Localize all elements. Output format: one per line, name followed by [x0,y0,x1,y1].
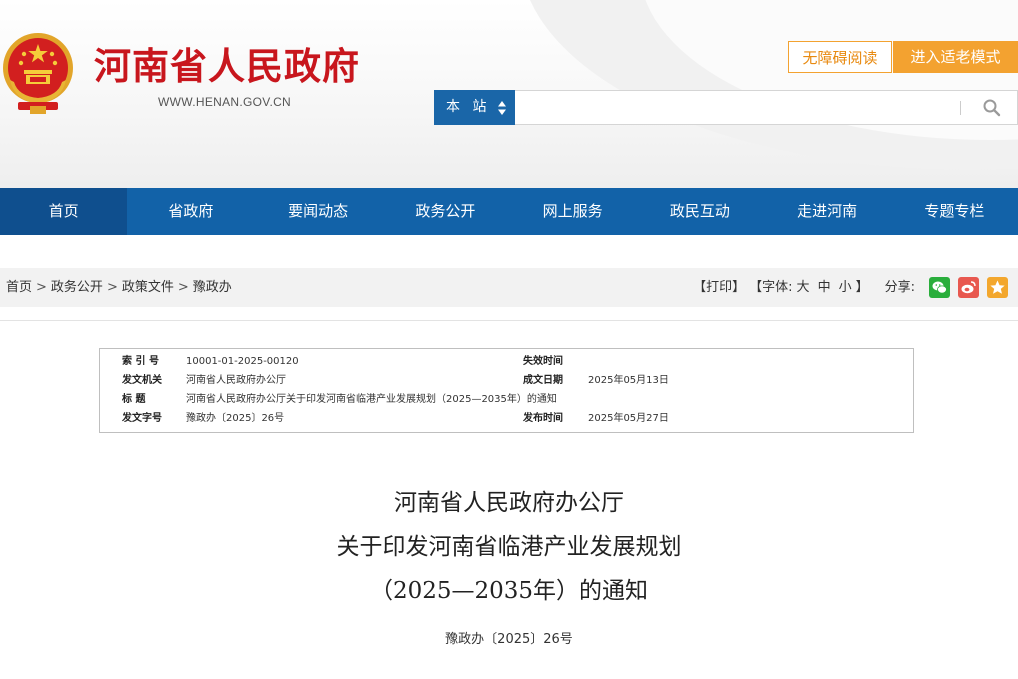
article-document-number: 豫政办〔2025〕26号 [445,632,573,647]
expiry-date-label: 失效时间 [523,356,563,367]
divider [0,320,1018,321]
site-name[interactable]: 河南省人民政府 [94,44,360,90]
breadcrumb-separator: > [177,280,189,295]
written-date-value: 2025年05月13日 [588,375,669,386]
font-large-button[interactable]: 大 [797,268,810,307]
search-input[interactable] [515,90,1018,125]
font-size-label: 【字体: [749,280,793,295]
favorite-icon[interactable] [987,277,1008,298]
font-size-close: 】 [855,280,869,295]
national-emblem-icon[interactable] [0,30,76,116]
nav-item-special-topics[interactable]: 专题专栏 [891,188,1018,235]
search-scope-label: 本 站 [446,99,491,115]
article-title-line: （2025—2035年）的通知 [369,578,649,604]
font-medium-button[interactable]: 中 [818,268,831,307]
publish-date-value: 2025年05月27日 [588,413,669,424]
document-info-table: 索 引 号 10001-01-2025-00120 失效时间 发文机关 河南省人… [99,348,914,433]
document-number-label: 发文字号 [122,413,162,424]
breadcrumb-policy-documents[interactable]: 政策文件 [122,280,174,295]
weibo-icon[interactable] [958,277,979,298]
breadcrumb: 首页 > 政务公开 > 政策文件 > 豫政办 [6,268,232,307]
issuing-authority-label: 发文机关 [122,375,162,386]
nav-item-news[interactable]: 要闻动态 [255,188,382,235]
index-number-label: 索 引 号 [122,356,159,367]
breadcrumb-bar: 首页 > 政务公开 > 政策文件 > 豫政办 【打印】 【字体: 大 中 小 】 分享: [0,268,1018,307]
title-label: 标 题 [122,394,146,405]
wechat-icon[interactable] [929,277,950,298]
nav-item-online-services[interactable]: 网上服务 [509,188,636,235]
sort-arrows-icon [498,101,506,115]
breadcrumb-separator: > [36,280,47,295]
breadcrumb-separator: > [106,280,118,295]
share-label: 分享: [884,280,915,295]
article-title-line: 关于印发河南省临港产业发展规划 [336,534,682,560]
elderly-mode-button[interactable]: 进入适老模式 [893,41,1018,73]
publish-date-label: 发布时间 [523,413,563,424]
document-number-value: 豫政办〔2025〕26号 [186,413,285,424]
search-icon[interactable] [982,98,1002,118]
nav-item-provincial-government[interactable]: 省政府 [127,188,254,235]
written-date-label: 成文日期 [523,375,563,386]
search-scope-select[interactable]: 本 站 [434,90,515,125]
table-row: 发文字号 豫政办〔2025〕26号 发布时间 2025年05月27日 [100,409,913,428]
nav-item-government-affairs[interactable]: 政务公开 [382,188,509,235]
font-small-button[interactable]: 小 [839,268,852,307]
site-url: WWW.HENAN.GOV.CN [158,95,292,109]
index-number-value: 10001-01-2025-00120 [186,356,299,367]
article-title: 河南省人民政府办公厅 关于印发河南省临港产业发展规划 （2025—2035年）的… [0,481,1018,613]
table-row: 索 引 号 10001-01-2025-00120 失效时间 [100,352,913,371]
title-value: 河南省人民政府办公厅关于印发河南省临港产业发展规划（2025—2035年）的通知 [186,394,557,405]
article-title-line: 河南省人民政府办公厅 [394,490,624,516]
breadcrumb-yuzhengban[interactable]: 豫政办 [193,280,232,295]
issuing-authority-value: 河南省人民政府办公厅 [186,375,286,386]
breadcrumb-home[interactable]: 首页 [6,280,32,295]
print-button[interactable]: 【打印】 [693,268,745,307]
accessible-reading-button[interactable]: 无障碍阅读 [788,41,892,73]
site-header: 河南省人民政府 WWW.HENAN.GOV.CN 无障碍阅读 进入适老模式 本 … [0,0,1018,188]
article-tools: 【打印】 【字体: 大 中 小 】 分享: [693,268,1008,307]
table-row: 标 题 河南省人民政府办公厅关于印发河南省临港产业发展规划（2025—2035年… [100,390,913,409]
nav-item-interaction[interactable]: 政民互动 [636,188,763,235]
nav-item-about-henan[interactable]: 走进河南 [764,188,891,235]
search-divider [960,101,961,115]
nav-item-home[interactable]: 首页 [0,188,128,235]
main-nav: 首页 省政府 要闻动态 政务公开 网上服务 政民互动 走进河南 专题专栏 [0,188,1018,235]
table-row: 发文机关 河南省人民政府办公厅 成文日期 2025年05月13日 [100,371,913,390]
breadcrumb-government-affairs[interactable]: 政务公开 [51,280,103,295]
